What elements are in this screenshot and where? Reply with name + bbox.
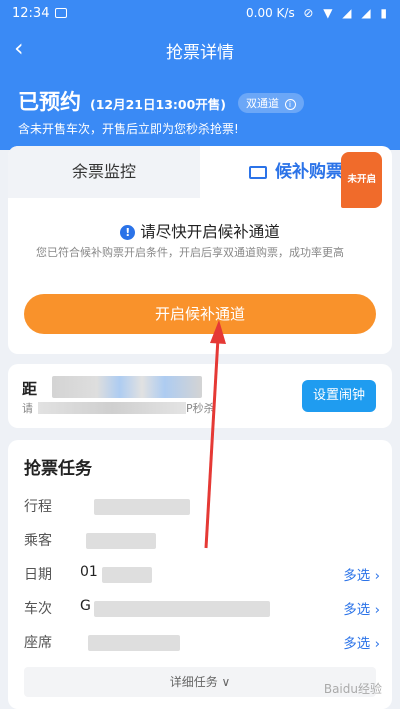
- watermark: Baidu经验: [323, 682, 382, 696]
- arrow-shaft: [204, 337, 220, 549]
- arrow-head: [210, 320, 226, 344]
- red-annotation-arrow: [204, 320, 226, 549]
